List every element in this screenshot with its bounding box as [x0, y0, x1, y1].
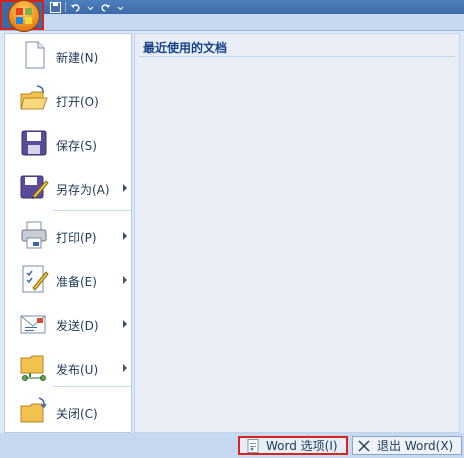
menu-item-label: 准备(E) — [56, 275, 97, 289]
office-logo-icon — [8, 0, 40, 32]
close-icon — [357, 439, 371, 453]
options-page-icon — [246, 438, 260, 453]
undo-icon[interactable] — [70, 2, 81, 13]
prepare-icon — [19, 264, 49, 294]
word-options-button[interactable]: Word 选项(I) — [238, 436, 348, 455]
menu-item-label: 打开(O) — [56, 95, 99, 109]
redo-icon[interactable] — [100, 2, 111, 13]
menu-divider — [53, 386, 133, 387]
menu-item-label: 保存(S) — [56, 139, 97, 153]
menu-item-send[interactable]: 发送(D) — [9, 302, 133, 346]
menu-item-label: 新建(N) — [56, 51, 99, 65]
menu-item-label: 另存为(A) — [56, 183, 110, 197]
menu-item-label: 关闭(C) — [56, 407, 98, 421]
quick-access-toolbar — [0, 0, 464, 14]
menu-item-label: 发送(D) — [56, 319, 99, 333]
office-button[interactable] — [0, 0, 44, 32]
submenu-arrow-icon — [123, 184, 127, 192]
submenu-arrow-icon — [123, 364, 127, 372]
menu-item-new-document[interactable]: 新建(N) — [9, 34, 133, 78]
exit-word-button[interactable]: 退出 Word(X) — [352, 436, 462, 455]
open-folder-icon — [19, 84, 49, 114]
printer-icon — [19, 220, 49, 250]
send-icon — [19, 308, 49, 338]
menu-item-label: 打印(P) — [56, 231, 97, 245]
menu-item-publish[interactable]: 发布(U) — [9, 346, 133, 390]
menu-divider — [53, 210, 133, 211]
save-icon[interactable] — [50, 1, 61, 13]
recent-divider — [139, 56, 455, 57]
menu-item-save-as[interactable]: 另存为(A) — [9, 166, 133, 210]
submenu-arrow-icon — [123, 320, 127, 328]
close-folder-icon — [19, 396, 49, 426]
menu-item-open-folder[interactable]: 打开(O) — [9, 78, 133, 122]
menu-item-printer[interactable]: 打印(P) — [9, 214, 133, 258]
qat-separator — [65, 2, 66, 12]
menu-item-floppy-save[interactable]: 保存(S) — [9, 122, 133, 166]
menu-item-close-folder[interactable]: 关闭(C) — [9, 390, 133, 434]
menu-footer: Word 选项(I) 退出 Word(X) — [0, 433, 464, 458]
exit-word-label: 退出 Word(X) — [377, 439, 454, 453]
menu-item-prepare[interactable]: 准备(E) — [9, 258, 133, 302]
submenu-arrow-icon — [123, 232, 127, 240]
recent-documents-title: 最近使用的文档 — [143, 41, 228, 55]
recent-documents-pane: 最近使用的文档 — [134, 33, 460, 433]
command-list: 新建(N) 打开(O) 保存(S) 另存为(A) 打印(P) 准备(E) 发送(D) 发布(U… — [4, 33, 133, 434]
word-options-label: Word 选项(I) — [266, 439, 338, 453]
chevron-down-icon[interactable] — [85, 2, 96, 13]
publish-icon — [19, 352, 49, 382]
menu-item-label: 发布(U) — [56, 363, 99, 377]
save-as-icon — [19, 172, 49, 202]
submenu-arrow-icon — [123, 276, 127, 284]
floppy-save-icon — [19, 128, 49, 158]
new-document-icon — [19, 40, 49, 70]
customize-icon[interactable] — [115, 2, 126, 13]
